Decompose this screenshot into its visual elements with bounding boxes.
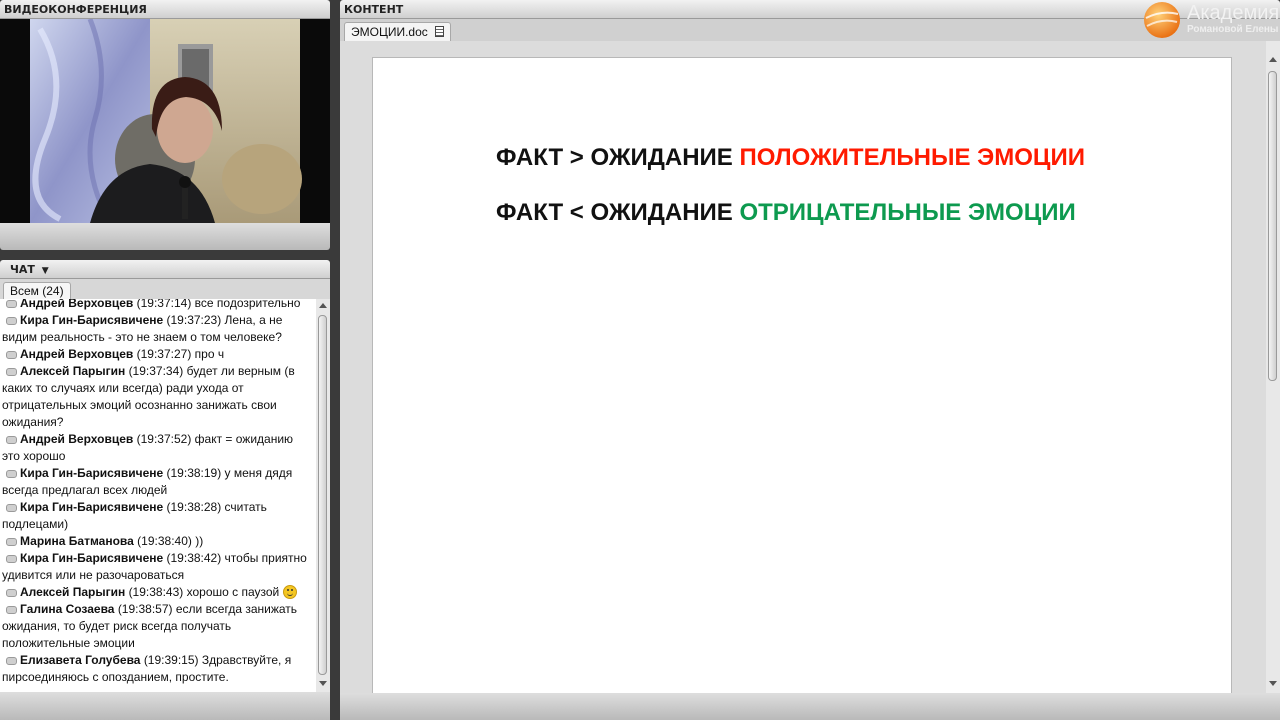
speech-bubble-icon — [6, 351, 17, 359]
chat-message: Алексей Парыгин (19:38:43) хорошо с пауз… — [0, 584, 316, 601]
speech-bubble-icon — [6, 606, 17, 614]
chat-text: (19:37:27) про ч — [136, 347, 225, 361]
chat-tabbar: Всем (24) — [0, 279, 330, 300]
chat-text: (19:38:40) )) — [137, 534, 204, 548]
chat-author: Кира Гин-Барисявичене — [20, 313, 164, 327]
video-panel-title: ВИДЕОКОНФЕРЕНЦИЯ — [4, 3, 147, 16]
chat-author: Андрей Верховцев — [20, 299, 134, 310]
negative-emotions-text: ОТРИЦАТЕЛЬНЫЕ ЭМОЦИИ — [739, 199, 1076, 226]
speech-bubble-icon — [6, 657, 17, 665]
chat-message: Кира Гин-Барисявичене (19:37:23) Лена, а… — [0, 312, 316, 346]
chat-message: Марина Батманова (19:38:40) )) — [0, 533, 316, 550]
chat-author: Галина Созаева — [20, 602, 115, 616]
fact-less-text: ФАКТ < ОЖИДАНИЕ — [496, 199, 740, 226]
content-panel-footer — [340, 693, 1280, 720]
brand-name: Академия — [1187, 2, 1280, 24]
fact-greater-text: ФАКТ > ОЖИДАНИЕ — [496, 144, 740, 171]
speech-bubble-icon — [6, 589, 17, 597]
brand-logo: Академия Романовой Елены — [1142, 0, 1280, 40]
speech-bubble-icon — [6, 436, 17, 444]
scroll-up-arrow-icon[interactable] — [1269, 57, 1277, 62]
speech-bubble-icon — [6, 300, 17, 308]
speech-bubble-icon — [6, 555, 17, 563]
speech-bubble-icon — [6, 504, 17, 512]
video-feed — [0, 19, 330, 223]
video-panel-footer — [0, 223, 330, 250]
chat-message: Кира Гин-Барисявичене (19:38:19) у меня … — [0, 465, 316, 499]
chat-author: Кира Гин-Барисявичене — [20, 500, 164, 514]
chat-author: Андрей Верховцев — [20, 432, 134, 446]
chat-scrollbar-thumb[interactable] — [318, 315, 327, 675]
video-panel-header: ВИДЕОКОНФЕРЕНЦИЯ — [0, 0, 330, 19]
chat-author: Алексей Парыгин — [20, 364, 126, 378]
content-panel-header: КОНТЕНТ — [340, 0, 1280, 19]
document-tab-label: ЭМОЦИИ.doc — [351, 25, 428, 39]
brand-subtitle: Романовой Елены — [1187, 24, 1279, 35]
speech-bubble-icon — [6, 368, 17, 376]
chat-message: Кира Гин-Барисявичене (19:38:28) считать… — [0, 499, 316, 533]
chat-message-list[interactable]: Андрей Верховцев (19:37:14) все подозрит… — [0, 299, 316, 692]
chat-panel-header[interactable]: ЧАТ ▼ — [0, 260, 330, 279]
webcam-video-image — [0, 19, 330, 223]
scroll-down-arrow-icon[interactable] — [1269, 681, 1277, 686]
content-tabbar: ЭМОЦИИ.doc — [340, 19, 1280, 42]
chat-message: Кира Гин-Барисявичене (19:38:42) чтобы п… — [0, 550, 316, 584]
chat-message: Елизавета Голубева (19:39:15) Здравствуй… — [0, 652, 316, 686]
chat-author: Кира Гин-Барисявичене — [20, 466, 164, 480]
document-tab[interactable]: ЭМОЦИИ.doc — [344, 22, 452, 42]
slide-line-negative: ФАКТ < ОЖИДАНИЕ ОТРИЦАТЕЛЬНЫЕ ЭМОЦИИ — [496, 199, 1076, 227]
chat-panel-footer — [0, 692, 330, 720]
chat-message: Галина Созаева (19:38:57) если всегда за… — [0, 601, 316, 652]
content-panel-title: КОНТЕНТ — [344, 3, 404, 16]
scroll-down-arrow-icon[interactable] — [319, 681, 327, 686]
chat-tab-label: Всем (24) — [10, 284, 64, 298]
chat-author: Кира Гин-Барисявичене — [20, 551, 164, 565]
chat-scrollbar[interactable] — [316, 299, 330, 692]
document-icon — [435, 26, 445, 37]
speech-bubble-icon — [6, 538, 17, 546]
positive-emotions-text: ПОЛОЖИТЕЛЬНЫЕ ЭМОЦИИ — [739, 144, 1085, 171]
chat-tab-all[interactable]: Всем (24) — [3, 282, 71, 300]
chat-message: Андрей Верховцев (19:37:27) про ч — [0, 346, 316, 363]
content-scrollbar[interactable] — [1266, 41, 1280, 693]
content-viewer: ФАКТ > ОЖИДАНИЕ ПОЛОЖИТЕЛЬНЫЕ ЭМОЦИИ ФАК… — [340, 41, 1266, 693]
chat-text: (19:38:43) хорошо с паузой — [128, 585, 280, 599]
chat-message: Андрей Верховцев (19:37:52) факт = ожида… — [0, 431, 316, 465]
slide-line-positive: ФАКТ > ОЖИДАНИЕ ПОЛОЖИТЕЛЬНЫЕ ЭМОЦИИ — [496, 144, 1085, 172]
chevron-down-icon[interactable]: ▼ — [42, 266, 49, 276]
chat-author: Марина Батманова — [20, 534, 134, 548]
chat-message: Алексей Парыгин (19:37:34) будет ли верн… — [0, 363, 316, 431]
scroll-up-arrow-icon[interactable] — [319, 303, 327, 308]
chat-text: (19:37:14) все подозрительно — [136, 299, 301, 310]
content-scrollbar-thumb[interactable] — [1268, 71, 1277, 381]
speech-bubble-icon — [6, 317, 17, 325]
logo-sphere-icon — [1144, 2, 1180, 38]
speech-bubble-icon — [6, 470, 17, 478]
chat-author: Алексей Парыгин — [20, 585, 126, 599]
chat-message: Андрей Верховцев (19:37:14) все подозрит… — [0, 299, 316, 312]
chat-author: Елизавета Голубева — [20, 653, 141, 667]
chat-author: Андрей Верховцев — [20, 347, 134, 361]
smiley-emoticon-icon — [283, 585, 298, 599]
chat-panel-title: ЧАТ — [10, 263, 35, 276]
document-page: ФАКТ > ОЖИДАНИЕ ПОЛОЖИТЕЛЬНЫЕ ЭМОЦИИ ФАК… — [372, 57, 1232, 693]
